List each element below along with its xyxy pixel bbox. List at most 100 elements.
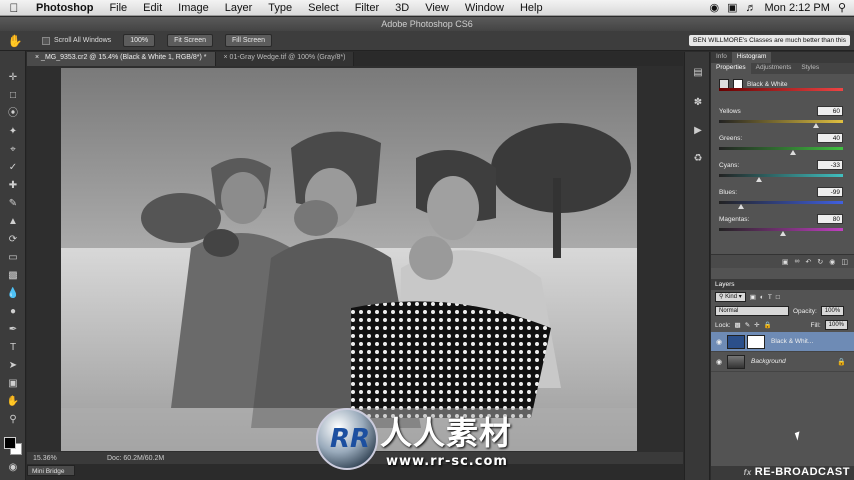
menu-help[interactable]: Help [512, 2, 551, 14]
zoom-100-button[interactable]: 100% [123, 34, 156, 47]
menu-edit[interactable]: Edit [135, 2, 170, 14]
slider-track[interactable] [719, 174, 843, 177]
quick-select-tool-icon[interactable]: ✦ [5, 125, 21, 139]
tab-adjustments[interactable]: Adjustments [751, 63, 797, 74]
type-tool-icon[interactable]: T [5, 341, 21, 355]
layer-thumbnail[interactable] [727, 354, 745, 369]
lasso-tool-icon[interactable]: ⦿ [5, 107, 21, 121]
trash-icon[interactable]: ◫ [841, 258, 848, 266]
shape-tool-icon[interactable]: ▣ [5, 377, 21, 391]
pen-tool-icon[interactable]: ✒ [5, 323, 21, 337]
gradient-tool-icon[interactable]: ▩ [5, 269, 21, 283]
tab-info[interactable]: Info [711, 52, 732, 63]
hand-tool-icon[interactable]: ✋ [5, 395, 21, 409]
menu-window[interactable]: Window [457, 2, 512, 14]
lock-position-icon[interactable]: ✛ [754, 321, 759, 329]
slider-thumb[interactable] [790, 150, 797, 155]
layer-name[interactable]: Black & Whit... [771, 338, 813, 345]
fill-field[interactable]: 100% [824, 320, 848, 330]
menu-type[interactable]: Type [260, 2, 300, 14]
mini-bridge-tab[interactable]: Mini Bridge [27, 465, 75, 476]
lock-transparent-icon[interactable]: ▩ [735, 321, 741, 329]
menu-image[interactable]: Image [170, 2, 217, 14]
slider-value[interactable]: -99 [817, 187, 843, 197]
marquee-tool-icon[interactable]: □ [5, 89, 21, 103]
undo-icon[interactable]: ↶ [806, 258, 812, 266]
filter-shape-icon[interactable]: □ [776, 294, 780, 301]
brush-tool-icon[interactable]: ✎ [5, 197, 21, 211]
doc-size[interactable]: Doc: 60.2M/60.2M [107, 455, 164, 462]
navigator-icon[interactable]: ✽ [691, 96, 705, 110]
slider-thumb[interactable] [755, 177, 762, 182]
quick-mask-icon[interactable]: ◉ [5, 461, 21, 475]
layer-background[interactable]: ◉ Background 🔒 [711, 352, 854, 372]
eye-icon[interactable]: ◉ [711, 358, 727, 366]
fill-screen-button[interactable]: Fill Screen [225, 34, 273, 47]
slider-value[interactable]: 80 [817, 214, 843, 224]
spotlight-icon[interactable]: ⚲ [838, 1, 846, 14]
menu-view[interactable]: View [417, 2, 457, 14]
menu-app[interactable]: Photoshop [28, 2, 101, 14]
eyedropper-tool-icon[interactable]: ✓ [5, 161, 21, 175]
fit-screen-button[interactable]: Fit Screen [167, 34, 213, 47]
lock-pixels-icon[interactable]: ✎ [745, 321, 750, 329]
slider-value[interactable]: 40 [817, 133, 843, 143]
hand-tool-icon[interactable]: ✋ [0, 34, 30, 48]
airplay-icon[interactable]: ▣ [727, 1, 737, 14]
histogram-icon[interactable]: ▤ [691, 66, 705, 80]
history-brush-tool-icon[interactable]: ⟳ [5, 233, 21, 247]
lock-all-icon[interactable]: 🔒 [764, 321, 772, 329]
opacity-field[interactable]: 100% [820, 306, 845, 316]
eye-icon[interactable]: ◉ [711, 338, 727, 346]
volume-icon[interactable]: ♬ [746, 2, 757, 14]
crop-tool-icon[interactable]: ⌖ [5, 143, 21, 157]
adjustment-layer-thumbnail[interactable] [727, 334, 745, 349]
menu-layer[interactable]: Layer [217, 2, 261, 14]
slider-track[interactable] [719, 120, 843, 123]
eraser-tool-icon[interactable]: ▭ [5, 251, 21, 265]
layers-panel-title[interactable]: Layers [711, 279, 854, 290]
history-icon[interactable]: ♻ [691, 152, 705, 166]
menu-3d[interactable]: 3D [387, 2, 417, 14]
path-select-tool-icon[interactable]: ➤ [5, 359, 21, 373]
menu-select[interactable]: Select [300, 2, 347, 14]
reds-track[interactable] [719, 88, 843, 91]
reset-icon[interactable]: ↻ [817, 258, 823, 266]
slider-value[interactable]: 60 [817, 106, 843, 116]
zoom-level[interactable]: 15.36% [27, 455, 67, 462]
tab-histogram[interactable]: Histogram [731, 52, 772, 63]
canvas-area[interactable] [27, 66, 683, 452]
apple-icon[interactable]:  [0, 1, 28, 15]
zoom-tool-icon[interactable]: ⚲ [5, 413, 21, 427]
menu-filter[interactable]: Filter [347, 2, 387, 14]
scroll-all-checkbox[interactable] [42, 36, 50, 45]
layer-mask-thumbnail[interactable] [747, 334, 765, 349]
dodge-tool-icon[interactable]: ● [5, 305, 21, 319]
clip-icon[interactable]: ▣ [782, 258, 789, 266]
slider-thumb[interactable] [738, 204, 745, 209]
slider-thumb[interactable] [812, 123, 819, 128]
filter-pixel-icon[interactable]: ▣ [750, 293, 756, 301]
fx-icon[interactable]: fx [744, 468, 752, 477]
kind-filter-dropdown[interactable]: ⚲ Kind ▾ [715, 292, 746, 302]
menu-file[interactable]: File [101, 2, 135, 14]
blend-mode-dropdown[interactable]: Normal [715, 306, 789, 316]
blur-tool-icon[interactable]: 💧 [5, 287, 21, 301]
clock[interactable]: Mon 2:12 PM [765, 2, 830, 14]
actions-icon[interactable]: ▶ [691, 124, 705, 138]
layer-name[interactable]: Background [751, 358, 786, 365]
document-image[interactable] [61, 68, 637, 451]
tab-styles[interactable]: Styles [796, 63, 824, 74]
clone-stamp-tool-icon[interactable]: ▲ [5, 215, 21, 229]
healing-tool-icon[interactable]: ✚ [5, 179, 21, 193]
tab-mg-9353[interactable]: × _MG_9353.cr2 @ 15.4% (Black & White 1,… [27, 52, 216, 66]
slider-value[interactable]: -33 [817, 160, 843, 170]
tab-gray-wedge[interactable]: × 01-Gray Wedge.tif @ 100% (Gray/8*) [215, 52, 355, 66]
tab-properties[interactable]: Properties [711, 63, 751, 74]
foreground-color-swatch[interactable] [4, 437, 16, 449]
wifi-icon[interactable]: ◉ [710, 1, 720, 14]
link-icon[interactable]: ∞ [795, 258, 800, 265]
visibility-icon[interactable]: ◉ [829, 258, 835, 266]
filter-type-icon[interactable]: T [768, 294, 772, 301]
layer-black-white[interactable]: ◉ Black & Whit... [711, 332, 854, 352]
